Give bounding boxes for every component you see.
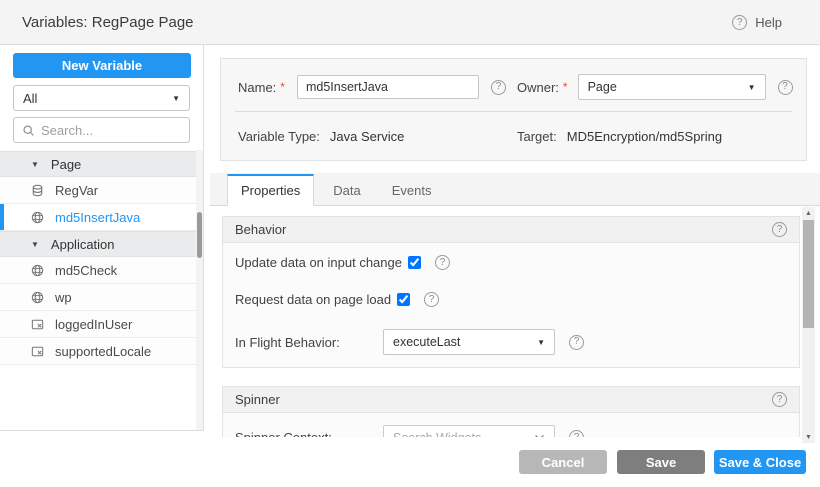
spinner-context-label: Spinner Context: (235, 430, 383, 437)
variable-sidebar: New Variable All ▼ ▼ Page RegVar md5Inse… (0, 45, 204, 431)
scroll-up-arrow-icon[interactable]: ▲ (802, 207, 815, 219)
chevron-down-icon: ▼ (537, 338, 545, 347)
filter-selected-value: All (23, 91, 37, 106)
owner-select[interactable]: Page ▼ (578, 74, 766, 100)
tab-data[interactable]: Data (321, 174, 372, 206)
sidebar-scrollbar-thumb[interactable] (197, 212, 202, 258)
update-data-on-input-change-label: Update data on input change (235, 255, 402, 270)
request-data-on-page-load-checkbox[interactable] (397, 293, 410, 306)
in-flight-behavior-select[interactable]: executeLast ▼ (383, 329, 555, 355)
tree-item-label: md5Check (55, 263, 117, 278)
request-data-help-icon[interactable]: ? (424, 292, 439, 307)
spinner-context-search-select[interactable]: Search Widgets (383, 425, 555, 437)
tree-group-page[interactable]: ▼ Page (0, 151, 203, 177)
tree-item-label: loggedInUser (55, 317, 132, 332)
name-label: Name: (238, 80, 276, 95)
in-flight-behavior-help-icon[interactable]: ? (569, 335, 584, 350)
content-scrollbar-thumb[interactable] (803, 220, 814, 328)
variable-filter-select[interactable]: All ▼ (13, 85, 190, 111)
tree-item-wp[interactable]: wp (0, 284, 203, 311)
page-title: Variables: RegPage Page (22, 14, 194, 31)
owner-help-icon[interactable]: ? (778, 80, 793, 95)
target-value: MD5Encryption/md5Spring (567, 129, 722, 144)
tree-item-md5check[interactable]: md5Check (0, 257, 203, 284)
tree-item-label: RegVar (55, 183, 98, 198)
spinner-context-placeholder: Search Widgets (393, 431, 481, 438)
in-flight-behavior-value: executeLast (393, 335, 460, 349)
update-data-on-input-change-checkbox[interactable] (408, 256, 421, 269)
name-field[interactable] (297, 75, 479, 99)
spinner-context-help-icon[interactable]: ? (569, 430, 584, 437)
behavior-help-icon[interactable]: ? (772, 222, 787, 237)
variable-editor-panel: Name: * ? Owner: * Page ▼ ? (210, 45, 820, 487)
help-icon: ? (732, 15, 747, 30)
variable-info-box: Name: * ? Owner: * Page ▼ ? (220, 58, 807, 161)
help-label: Help (755, 15, 782, 30)
tree-item-label: supportedLocale (55, 344, 151, 359)
title-bar: Variables: RegPage Page ? Help (0, 0, 820, 45)
search-icon (22, 124, 35, 137)
save-and-close-button[interactable]: Save & Close (714, 450, 806, 474)
tree-item-md5insertjava[interactable]: md5InsertJava (0, 204, 203, 231)
request-data-on-page-load-label: Request data on page load (235, 292, 391, 307)
model-variable-icon (30, 344, 45, 359)
behavior-section: Behavior ? Update data on input change ?… (222, 216, 800, 368)
properties-tab-content: Behavior ? Update data on input change ?… (210, 206, 810, 437)
cancel-button[interactable]: Cancel (519, 450, 607, 474)
in-flight-behavior-label: In Flight Behavior: (235, 335, 383, 350)
target-label: Target: (517, 129, 557, 144)
help-link[interactable]: ? Help (732, 0, 782, 45)
owner-selected-value: Page (588, 80, 617, 94)
new-variable-button[interactable]: New Variable (13, 53, 191, 78)
tree-group-label: Page (51, 157, 81, 172)
spinner-section: Spinner ? Spinner Context: Search Widget… (222, 386, 800, 437)
java-service-variable-icon (30, 263, 45, 278)
required-marker: * (280, 80, 285, 94)
variable-tree: ▼ Page RegVar md5InsertJava ▼ Applicatio… (0, 151, 203, 365)
caret-down-icon: ▼ (31, 160, 39, 169)
tree-group-label: Application (51, 237, 115, 252)
name-help-icon[interactable]: ? (491, 80, 506, 95)
scroll-down-arrow-icon[interactable]: ▼ (802, 431, 815, 443)
tree-item-label: md5InsertJava (55, 210, 140, 225)
sidebar-scrollbar[interactable] (196, 150, 203, 430)
chevron-down-icon (534, 434, 545, 437)
required-marker: * (563, 80, 568, 94)
service-variable-icon (30, 183, 45, 198)
tab-bar: Properties Data Events (210, 173, 820, 206)
java-service-variable-icon (30, 210, 45, 225)
chevron-down-icon: ▼ (748, 83, 756, 92)
variable-type-label: Variable Type: (238, 129, 320, 144)
owner-label: Owner: (517, 80, 559, 95)
caret-down-icon: ▼ (31, 240, 39, 249)
spinner-section-title: Spinner (235, 392, 280, 407)
variable-search[interactable] (13, 117, 190, 143)
tree-item-supportedlocale[interactable]: supportedLocale (0, 338, 203, 365)
tree-item-regvar[interactable]: RegVar (0, 177, 203, 204)
search-input[interactable] (41, 123, 181, 138)
spinner-help-icon[interactable]: ? (772, 392, 787, 407)
chevron-down-icon: ▼ (172, 94, 180, 103)
tree-group-application[interactable]: ▼ Application (0, 231, 203, 257)
content-scrollbar[interactable]: ▲ ▼ (802, 207, 815, 443)
tree-item-label: wp (55, 290, 72, 305)
update-data-help-icon[interactable]: ? (435, 255, 450, 270)
java-service-variable-icon (30, 290, 45, 305)
tree-item-loggedinuser[interactable]: loggedInUser (0, 311, 203, 338)
tab-events[interactable]: Events (380, 174, 444, 206)
tab-properties[interactable]: Properties (227, 174, 314, 206)
variable-type-value: Java Service (330, 129, 404, 144)
behavior-section-title: Behavior (235, 222, 286, 237)
model-variable-icon (30, 317, 45, 332)
save-button[interactable]: Save (617, 450, 705, 474)
variables-dialog: Variables: RegPage Page ? Help New Varia… (0, 0, 820, 487)
